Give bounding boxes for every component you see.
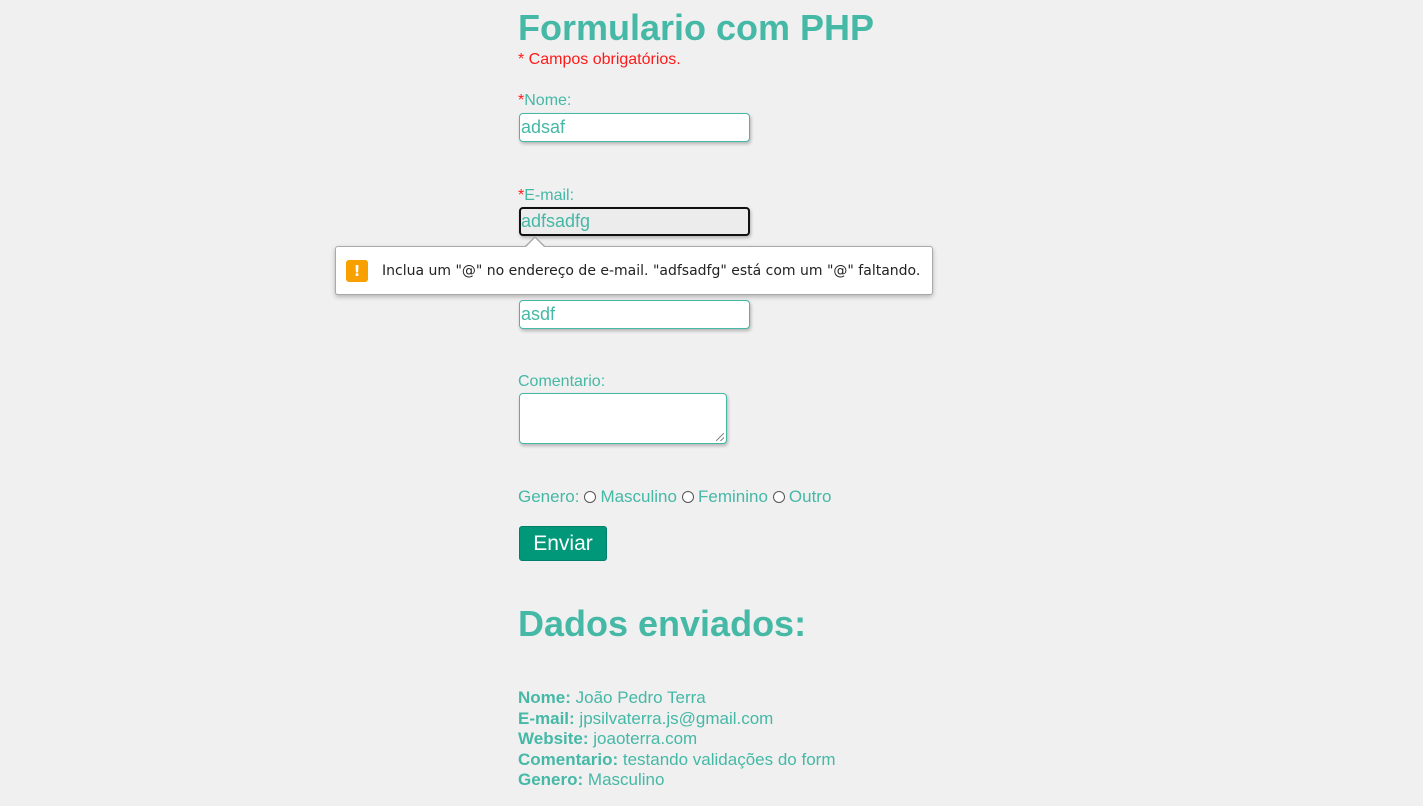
- gender-group: Genero: Masculino Feminino Outro: [518, 487, 831, 507]
- result-value: joaoterra.com: [593, 729, 698, 748]
- resize-handle-icon[interactable]: [716, 433, 724, 441]
- email-validation-tooltip: ! Inclua um "@" no endereço de e-mail. "…: [335, 246, 933, 295]
- name-label: *Nome:: [518, 92, 571, 110]
- email-label-text: E-mail:: [524, 187, 575, 204]
- email-label: *E-mail:: [518, 187, 574, 205]
- name-input[interactable]: adsaf: [519, 113, 750, 142]
- result-value: Masculino: [587, 770, 665, 789]
- result-label: Website:: [518, 729, 589, 748]
- tooltip-message: Inclua um "@" no endereço de e-mail. "ad…: [382, 262, 921, 279]
- result-value: testando validações do form: [622, 749, 836, 769]
- result-label: Nome:: [518, 688, 571, 707]
- result-row-gender: Genero: Masculino: [518, 770, 835, 791]
- result-value: João Pedro Terra: [575, 688, 706, 707]
- name-label-text: Nome:: [524, 92, 572, 109]
- submit-button[interactable]: Enviar: [519, 526, 607, 561]
- gender-radio-outro[interactable]: [772, 491, 785, 503]
- tooltip-arrow-fill: [525, 238, 545, 248]
- result-row-name: Nome: João Pedro Terra: [518, 688, 835, 709]
- gender-option-label-masculino[interactable]: Masculino: [600, 487, 677, 507]
- website-input[interactable]: asdf: [519, 300, 750, 329]
- results-list: Nome: João Pedro Terra E-mail: jpsilvate…: [518, 688, 835, 791]
- comment-textarea[interactable]: [519, 393, 727, 444]
- results-title: Dados enviados:: [518, 603, 807, 644]
- warning-icon: !: [346, 259, 368, 282]
- page: Formulario com PHP * Campos obrigatórios…: [0, 0, 1423, 806]
- page-title: Formulario com PHP: [518, 7, 875, 48]
- email-input[interactable]: adfsadfg: [519, 207, 750, 236]
- required-fields-note: * Campos obrigatórios.: [518, 51, 681, 68]
- gender-radio-feminino[interactable]: [681, 491, 694, 503]
- gender-option-label-outro[interactable]: Outro: [789, 487, 832, 507]
- result-label: Genero:: [518, 770, 584, 789]
- result-label: E-mail:: [518, 708, 575, 728]
- result-label: Comentario:: [518, 749, 619, 769]
- result-row-email: E-mail: jpsilvaterra.js@gmail.com: [518, 709, 835, 730]
- result-row-comment: Comentario: testando validações do form: [518, 750, 835, 771]
- gender-label: Genero:: [518, 487, 580, 506]
- comment-label: Comentario:: [518, 373, 606, 390]
- result-row-website: Website: joaoterra.com: [518, 729, 835, 750]
- gender-radio-masculino[interactable]: [584, 491, 597, 503]
- gender-option-label-feminino[interactable]: Feminino: [698, 487, 768, 507]
- result-value: jpsilvaterra.js@gmail.com: [579, 708, 774, 728]
